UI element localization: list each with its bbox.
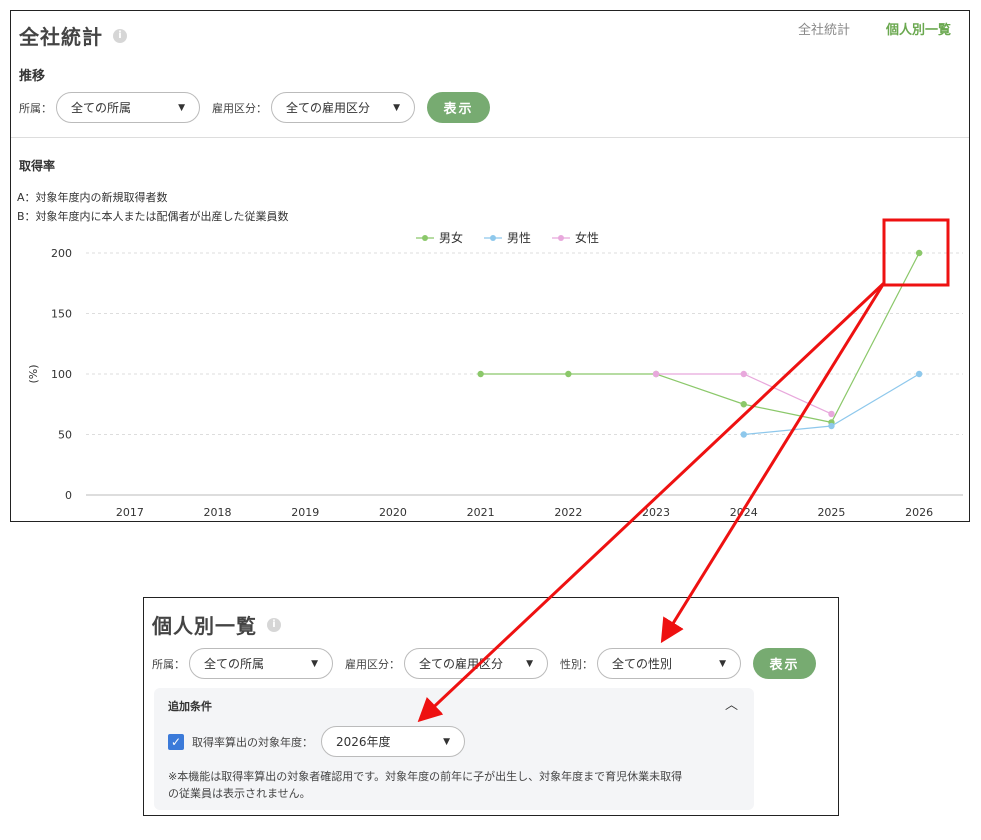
x-tick-label: 2026 xyxy=(905,506,933,519)
gender-label: 性別： xyxy=(560,657,593,671)
caret-down-icon: ▼ xyxy=(311,658,318,669)
page-title: 個人別一覧 xyxy=(152,614,257,638)
legend-marker xyxy=(558,235,564,241)
filter-row: 所属： 全ての所属 ▼ 雇用区分： 全ての雇用区分 ▼ 性別： 全ての性別 ▼ … xyxy=(152,648,816,679)
x-tick-label: 2021 xyxy=(467,506,495,519)
info-icon[interactable]: i xyxy=(267,617,281,632)
data-point xyxy=(915,370,923,378)
y-tick-label: 150 xyxy=(51,308,72,321)
data-point xyxy=(828,410,835,418)
y-tick-label: 50 xyxy=(58,429,72,442)
gender-select[interactable]: 全ての性別 ▼ xyxy=(597,648,741,679)
x-tick-label: 2023 xyxy=(642,506,670,519)
data-point xyxy=(915,249,923,257)
y-tick-label: 0 xyxy=(65,489,72,502)
data-point xyxy=(565,370,572,378)
dept-label: 所属： xyxy=(152,657,185,671)
data-point xyxy=(740,401,747,408)
legend-label: 男女 xyxy=(439,230,463,245)
individual-list-panel: 個人別一覧 i 所属： 全ての所属 ▼ 雇用区分： 全ての雇用区分 ▼ 性別： … xyxy=(143,597,839,816)
chevron-up-icon[interactable]: ︿ xyxy=(725,694,738,713)
x-tick-label: 2018 xyxy=(204,506,232,519)
data-point xyxy=(652,370,660,378)
legend-marker xyxy=(422,235,428,241)
target-year-label: 取得率算出の対象年度： xyxy=(192,735,313,749)
extra-conditions-box: 追加条件 ︿ ✓ 取得率算出の対象年度： 2026年度 ▼ ※本機能は取得率算出… xyxy=(154,688,754,810)
dept-select-value: 全ての所属 xyxy=(204,657,265,671)
extra-conditions-title: 追加条件 xyxy=(168,700,212,713)
gender-select-value: 全ての性別 xyxy=(612,657,673,671)
emp-select-value: 全ての雇用区分 xyxy=(419,657,504,671)
caret-down-icon: ▼ xyxy=(719,658,726,669)
feature-note-line: ※本機能は取得率算出の対象者確認用です。対象年度の前年に子が出生し、対象年度まで… xyxy=(168,770,683,783)
feature-note-line: の従業員は表示されません。 xyxy=(168,787,311,800)
dept-select[interactable]: 全ての所属 ▼ xyxy=(189,648,333,679)
emp-label: 雇用区分： xyxy=(345,657,400,671)
rate-line-chart: 0 50 100 150 200 (%) 2017 2018 2019 2020 2021 2022 2… xyxy=(27,230,963,519)
caret-down-icon: ▼ xyxy=(443,736,450,747)
y-tick-label: 100 xyxy=(51,368,72,381)
data-point xyxy=(740,370,747,378)
legend-label: 男性 xyxy=(507,231,531,245)
feature-note: ※本機能は取得率算出の対象者確認用です。対象年度の前年に子が出生し、対象年度まで… xyxy=(168,768,748,802)
x-tick-label: 2022 xyxy=(554,506,582,519)
legend-marker xyxy=(490,235,496,241)
data-point xyxy=(477,370,484,378)
target-year-select[interactable]: 2026年度 ▼ xyxy=(321,726,465,757)
y-axis-label: (%) xyxy=(27,364,40,383)
y-tick-label: 200 xyxy=(51,247,72,260)
company-stats-panel: 全社統計 i 全社統計 個人別一覧 推移 所属： 全ての所属 ▼ 雇用区分： 全… xyxy=(10,10,970,522)
x-tick-label: 2019 xyxy=(291,506,319,519)
title-row: 個人別一覧 i xyxy=(152,610,281,639)
data-point xyxy=(828,422,835,430)
x-tick-label: 2025 xyxy=(817,506,845,519)
series-line xyxy=(480,252,920,424)
caret-down-icon: ▼ xyxy=(526,658,533,669)
target-year-row: ✓ 取得率算出の対象年度： 2026年度 ▼ xyxy=(168,726,465,757)
emp-select[interactable]: 全ての雇用区分 ▼ xyxy=(404,648,548,679)
x-tick-label: 2024 xyxy=(730,506,758,519)
legend-label: 女性 xyxy=(575,230,599,245)
target-year-value: 2026年度 xyxy=(336,735,391,749)
x-tick-label: 2017 xyxy=(116,506,144,519)
checkbox-checked-icon[interactable]: ✓ xyxy=(168,733,184,750)
data-point xyxy=(740,431,747,438)
show-button[interactable]: 表示 xyxy=(753,648,816,679)
series-line xyxy=(656,373,832,415)
x-tick-label: 2020 xyxy=(379,506,407,519)
